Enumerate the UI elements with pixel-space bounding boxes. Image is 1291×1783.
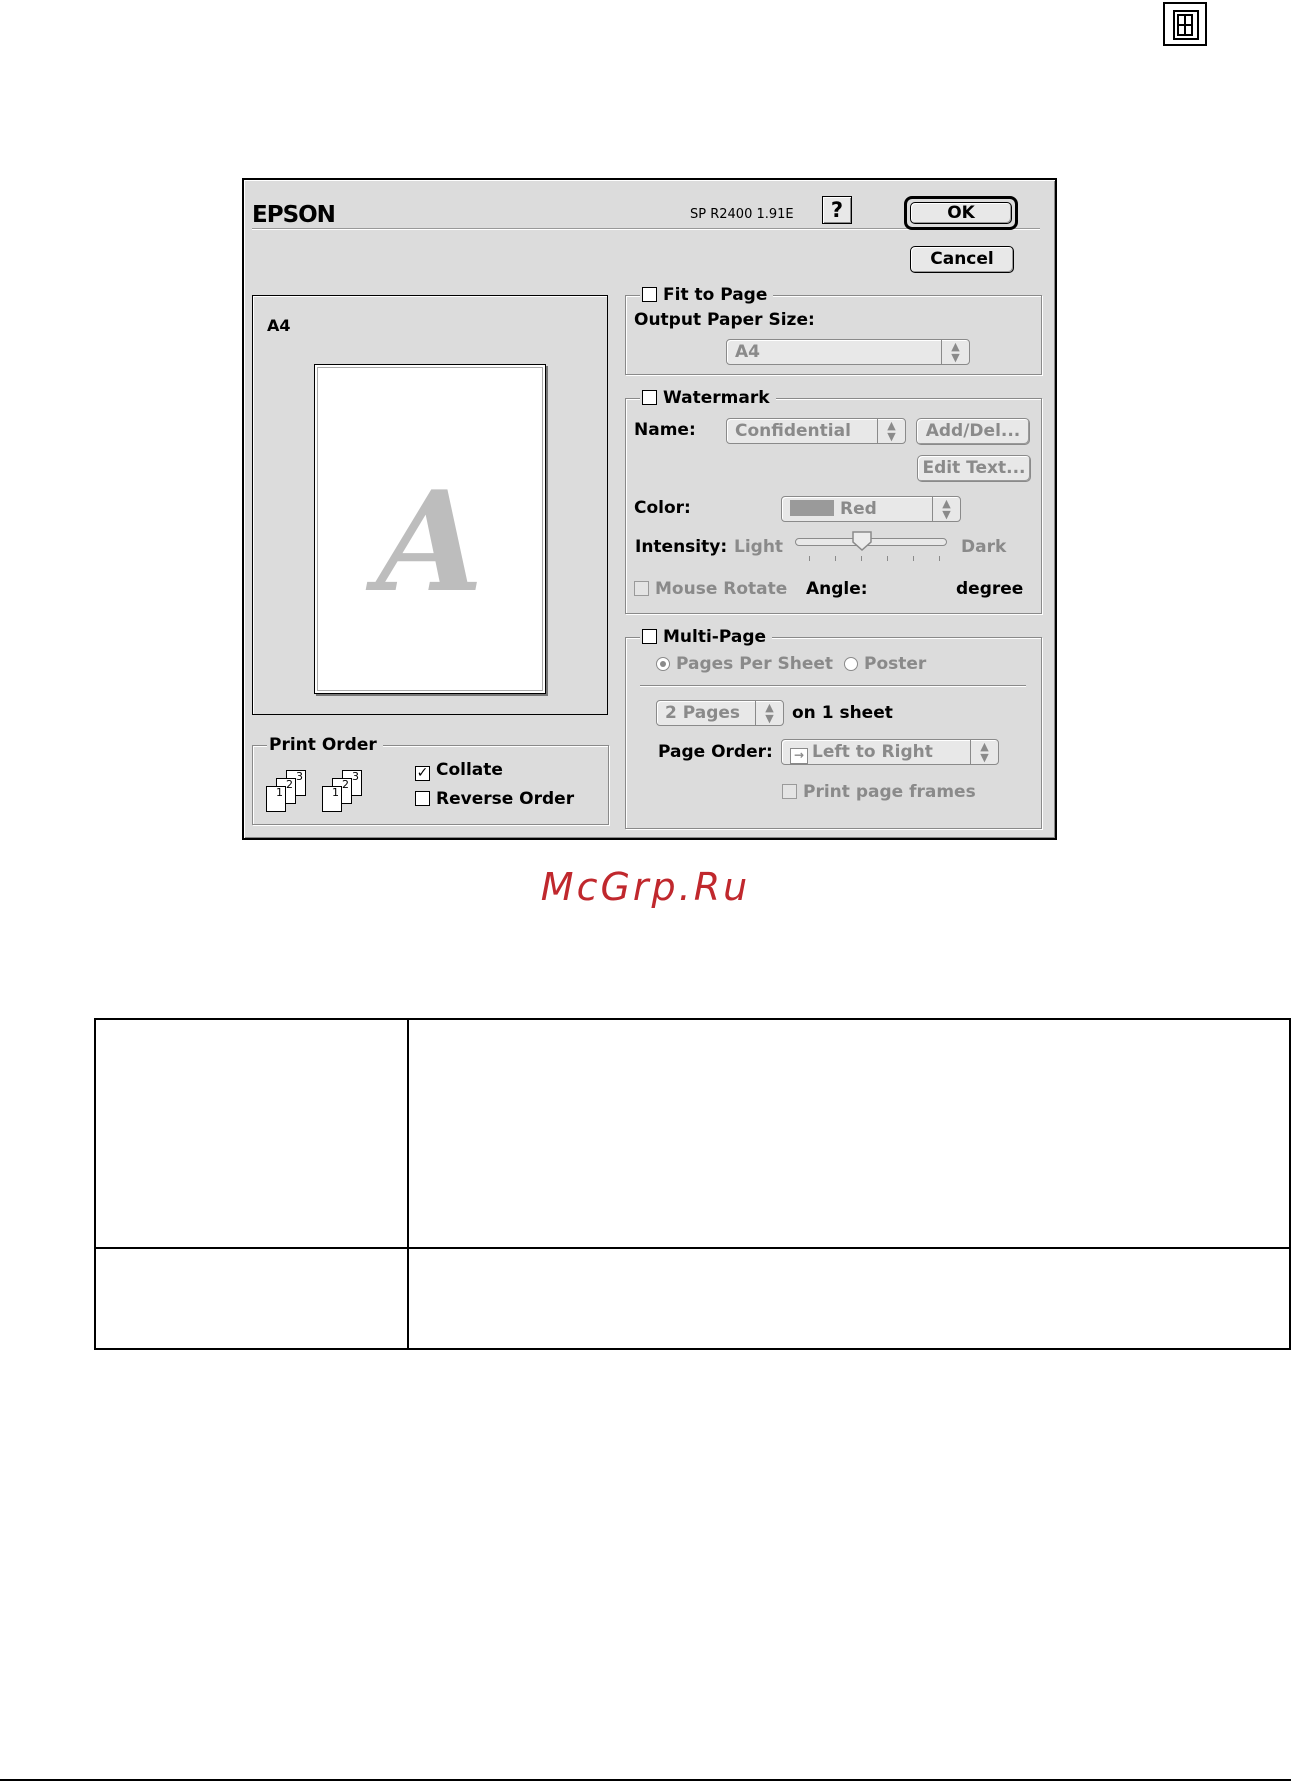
watermark-checkbox[interactable] — [642, 390, 657, 405]
watermark-title[interactable]: Watermark — [640, 387, 776, 409]
watermark-name-select[interactable]: Confidential ▲ ▼ — [726, 418, 906, 444]
table-cell — [407, 1018, 1291, 1249]
watermark-preview-letter: A — [376, 460, 484, 623]
ok-button[interactable]: OK — [910, 202, 1012, 224]
add-del-button[interactable]: Add/Del... — [916, 418, 1030, 445]
fit-to-page-checkbox[interactable] — [642, 287, 657, 302]
document-table — [94, 1018, 1291, 1350]
site-watermark: McGrp.Ru — [540, 865, 751, 909]
table-row — [94, 1018, 1291, 1249]
collate-stack-icon: 3 2 1 — [266, 770, 316, 812]
multi-page-layout-icon — [1163, 2, 1207, 46]
degree-label: degree — [956, 579, 1024, 599]
edit-text-button[interactable]: Edit Text... — [917, 455, 1031, 482]
table-row — [94, 1247, 1291, 1350]
arrow-right-icon: → — [790, 748, 808, 764]
print-order-title: Print Order — [267, 734, 383, 756]
watermark-color-label: Color: — [634, 498, 691, 518]
page-bottom-rule — [0, 1779, 1291, 1781]
print-page-frames-checkbox[interactable]: Print page frames — [782, 782, 976, 802]
collate-box[interactable]: ✓ — [415, 766, 430, 781]
output-paper-size-label: Output Paper Size: — [634, 310, 815, 330]
intensity-label: Intensity: — [635, 537, 728, 557]
preview-paper-label: A4 — [267, 316, 291, 335]
intensity-light-label: Light — [734, 537, 784, 557]
help-button[interactable]: ? — [822, 196, 852, 224]
multi-page-title[interactable]: Multi-Page — [640, 626, 773, 648]
poster-radio-dot[interactable] — [844, 657, 858, 671]
popup-arrows-icon: ▲ ▼ — [877, 419, 905, 443]
popup-arrows-icon: ▲ ▼ — [932, 497, 960, 521]
intensity-slider-thumb[interactable] — [851, 530, 873, 552]
page-order-select[interactable]: → Left to Right ▲ ▼ — [781, 739, 999, 765]
driver-version: SP R2400 1.91E — [690, 207, 794, 222]
popup-arrows-icon: ▲ ▼ — [755, 701, 783, 725]
angle-label: Angle: — [806, 579, 868, 599]
multi-page-checkbox[interactable] — [642, 629, 657, 644]
on-sheet-label: on 1 sheet — [792, 703, 893, 723]
print-page-frames-box[interactable] — [782, 784, 797, 799]
collate-stack-icon-2: 3 2 1 — [322, 770, 372, 812]
ok-default-ring: OK — [904, 196, 1018, 230]
intensity-dark-label: Dark — [961, 537, 1007, 557]
page-preview: A4 A — [252, 295, 608, 715]
popup-arrows-icon: ▲ ▼ — [941, 340, 969, 364]
page-order-label: Page Order: — [658, 742, 773, 762]
multi-page-divider — [640, 685, 1026, 686]
layout-dialog: EPSON SP R2400 1.91E ? OK Cancel A4 A Fi… — [242, 178, 1057, 840]
output-paper-size-select[interactable]: A4 ▲ ▼ — [726, 339, 970, 365]
popup-arrows-icon: ▲ ▼ — [970, 740, 998, 764]
color-swatch — [790, 500, 834, 516]
mouse-rotate-box[interactable] — [634, 581, 649, 596]
pages-per-sheet-radio[interactable]: Pages Per Sheet — [656, 654, 833, 674]
cancel-button[interactable]: Cancel — [910, 246, 1014, 273]
table-cell — [407, 1247, 1291, 1350]
mouse-rotate-checkbox[interactable]: Mouse Rotate — [634, 579, 787, 599]
poster-radio[interactable]: Poster — [844, 654, 926, 674]
watermark-name-label: Name: — [634, 420, 696, 440]
table-cell — [94, 1018, 409, 1249]
collate-checkbox[interactable]: ✓ Collate — [415, 760, 503, 781]
preview-sheet: A — [314, 364, 546, 694]
pages-per-sheet-radio-dot[interactable] — [656, 657, 670, 671]
table-cell — [94, 1247, 409, 1350]
epson-logo: EPSON — [252, 202, 336, 228]
pages-select[interactable]: 2 Pages ▲ ▼ — [656, 700, 784, 726]
reverse-order-checkbox[interactable]: Reverse Order — [415, 789, 574, 809]
reverse-order-box[interactable] — [415, 791, 430, 806]
fit-to-page-title[interactable]: Fit to Page — [640, 284, 774, 306]
watermark-color-select[interactable]: Red ▲ ▼ — [781, 496, 961, 522]
